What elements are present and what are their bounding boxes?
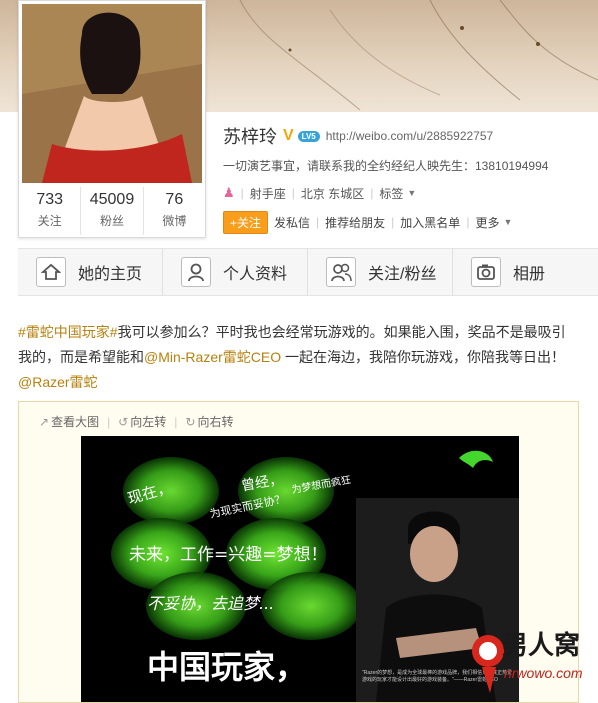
profile-tags: ♟ | 射手座 | 北京 东城区 | 标签 ▼ bbox=[223, 184, 416, 202]
tag-labels[interactable]: 标签 bbox=[379, 185, 403, 202]
tab-album[interactable]: 相册 bbox=[453, 249, 598, 295]
follow-button[interactable]: +关注 bbox=[223, 210, 269, 234]
avatar-photo bbox=[22, 4, 202, 183]
recommend-button[interactable]: 推荐给朋友 bbox=[325, 214, 385, 231]
media-toolbar: ↗ 查看大图 | ↺ 向左转 | ↻ 向右转 bbox=[39, 413, 233, 430]
tab-album-label: 相册 bbox=[513, 266, 546, 283]
rotate-left-link[interactable]: 向左转 bbox=[130, 413, 166, 430]
tab-profile[interactable]: 个人资料 bbox=[163, 249, 308, 295]
avatar-card: 733 关注 45009 粉丝 76 微博 bbox=[18, 0, 206, 238]
poster-line-chase: 不妥协，去追梦... bbox=[147, 594, 275, 613]
poster-line-future: 未来，工作=兴趣=梦想！ bbox=[129, 545, 328, 565]
watermark-text-en: nrwowo.com bbox=[504, 665, 583, 681]
female-icon: ♟ bbox=[223, 185, 235, 200]
divider: | bbox=[174, 414, 178, 429]
message-button[interactable]: 发私信 bbox=[274, 214, 310, 231]
profile-name: 苏梓玲 bbox=[223, 127, 277, 147]
blacklist-button[interactable]: 加入黑名单 bbox=[400, 214, 460, 231]
stat-following[interactable]: 733 关注 bbox=[19, 187, 82, 235]
razer-poster-image[interactable]: 现在， 为现实而妥协？ 曾经， 为梦想而疯狂 未来，工作=兴趣=梦想！ 不妥协，… bbox=[81, 436, 519, 702]
camera-icon bbox=[471, 257, 501, 287]
more-button[interactable]: 更多 bbox=[475, 214, 499, 231]
rotate-right-icon: ↻ bbox=[185, 414, 196, 429]
chevron-down-icon[interactable]: ▼ bbox=[503, 217, 512, 227]
view-large-link[interactable]: 查看大图 bbox=[51, 413, 99, 430]
stat-followers-label: 粉丝 bbox=[99, 214, 124, 228]
stat-followers[interactable]: 45009 粉丝 bbox=[81, 187, 144, 235]
tab-home-label: 她的主页 bbox=[78, 266, 143, 283]
divider: | bbox=[391, 215, 395, 229]
profile-stats: 733 关注 45009 粉丝 76 微博 bbox=[19, 187, 205, 235]
rotate-left-icon: ↺ bbox=[118, 414, 129, 429]
person-icon bbox=[181, 257, 211, 287]
site-watermark: 男人窝 nrwowo.com bbox=[468, 623, 598, 697]
post-mention-ceo[interactable]: @Min-Razer雷蛇CEO bbox=[144, 349, 281, 365]
divider: | bbox=[107, 414, 111, 429]
tag-location[interactable]: 北京 东城区 bbox=[301, 185, 364, 202]
post-text: #雷蛇中国玩家#我可以参加么？平时我也会经常玩游戏的。如果能入围，奖品不是最吸引… bbox=[18, 320, 578, 395]
profile-bio: 一切演艺事宜，请联系我的全约经纪人映先生：13810194994 bbox=[223, 159, 549, 173]
home-icon bbox=[36, 257, 66, 287]
stat-followers-count: 45009 bbox=[89, 191, 135, 208]
stat-following-label: 关注 bbox=[37, 214, 62, 228]
stat-posts[interactable]: 76 微博 bbox=[144, 187, 205, 235]
divider: | bbox=[291, 186, 295, 200]
rotate-right-link[interactable]: 向右转 bbox=[197, 413, 233, 430]
divider: | bbox=[466, 215, 470, 229]
level-badge[interactable]: LV5 bbox=[297, 130, 320, 142]
stat-posts-label: 微博 bbox=[162, 214, 187, 228]
expand-icon: ↗ bbox=[39, 414, 50, 429]
poster-line-gamer: 中国玩家， bbox=[147, 648, 308, 686]
stat-following-count: 733 bbox=[36, 191, 64, 208]
profile-header: 苏梓玲 V LV5 http://weibo.com/u/2885922757 bbox=[223, 124, 493, 148]
verified-icon[interactable]: V bbox=[283, 127, 294, 145]
chevron-down-icon[interactable]: ▼ bbox=[407, 188, 416, 198]
tab-follow-label: 关注/粉丝 bbox=[368, 266, 437, 283]
post-mention-razer[interactable]: @Razer雷蛇 bbox=[18, 374, 98, 390]
profile-url-link[interactable]: http://weibo.com/u/2885922757 bbox=[326, 129, 493, 143]
tab-profile-label: 个人资料 bbox=[223, 266, 288, 283]
tag-zodiac[interactable]: 射手座 bbox=[250, 185, 286, 202]
watermark-text-cn: 男人窝 bbox=[502, 631, 581, 661]
profile-actions: +关注 发私信 | 推荐给朋友 | 加入黑名单 | 更多 ▼ bbox=[223, 210, 512, 234]
profile-nav: 她的主页 个人资料 关注/粉丝 相册 bbox=[18, 248, 598, 296]
divider: | bbox=[240, 186, 244, 200]
divider: | bbox=[370, 186, 374, 200]
people-icon bbox=[326, 257, 356, 287]
post-hashtag-link[interactable]: #雷蛇中国玩家# bbox=[18, 324, 118, 340]
stat-posts-count: 76 bbox=[165, 191, 184, 208]
post-body-2: 一起在海边，我陪你玩游戏，你陪我等日出！ bbox=[281, 349, 566, 365]
tab-home[interactable]: 她的主页 bbox=[18, 249, 163, 295]
divider: | bbox=[316, 215, 320, 229]
avatar[interactable] bbox=[22, 4, 202, 183]
tab-follow[interactable]: 关注/粉丝 bbox=[308, 249, 453, 295]
